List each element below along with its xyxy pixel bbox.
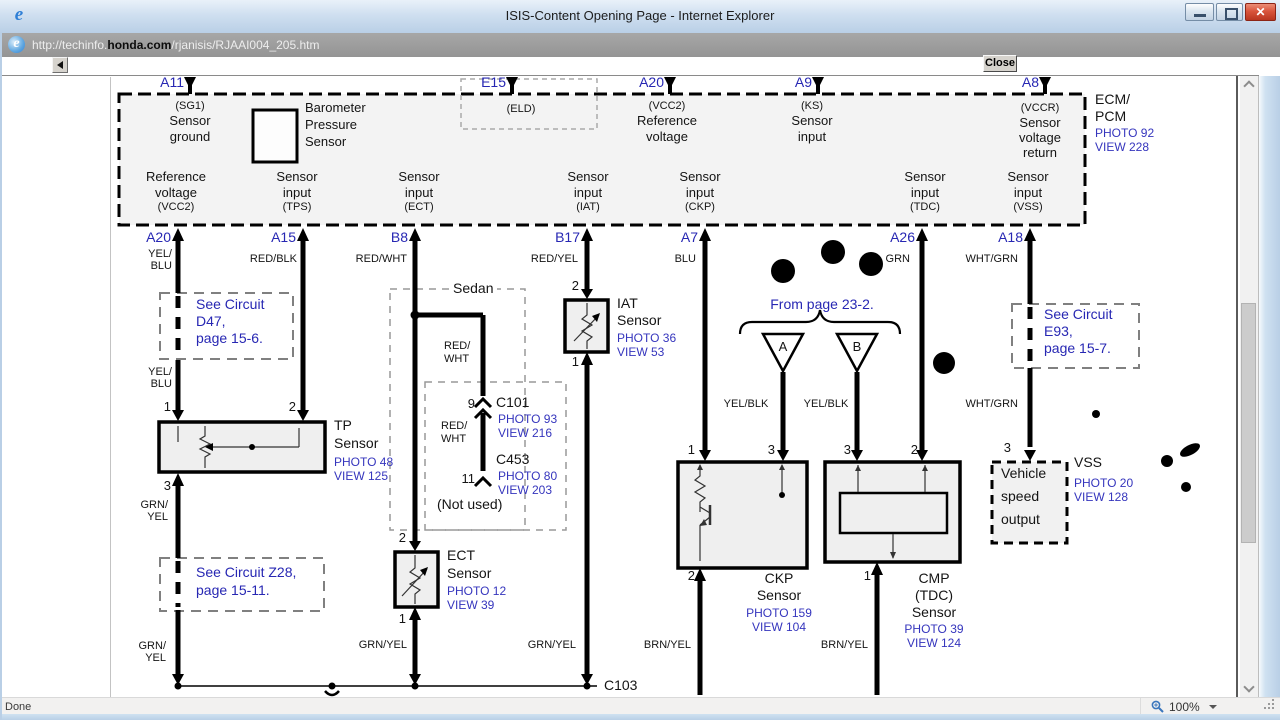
window-title: ISIS-Content Opening Page - Internet Exp… [505, 8, 775, 23]
zoom-control[interactable]: 100% [1140, 698, 1241, 715]
title-bar[interactable]: e ISIS-Content Opening Page - Internet E… [0, 0, 1280, 34]
chevron-down-icon [1243, 681, 1255, 693]
scroll-down-button[interactable] [1240, 680, 1258, 697]
url-domain: honda.com [107, 38, 172, 52]
back-button[interactable] [52, 57, 68, 73]
status-bar: Done 100% [0, 697, 1280, 715]
close-page-button[interactable]: Close [983, 55, 1017, 72]
browser-window: e ISIS-Content Opening Page - Internet E… [0, 0, 1280, 720]
url-prefix: http://techinfo. [32, 38, 108, 52]
address-bar[interactable]: e http://techinfo.honda.com/rjanisis/RJA… [0, 33, 1280, 58]
window-border-right [1259, 76, 1280, 714]
page-toolbar: Close [0, 55, 1280, 76]
content-left-border [110, 77, 111, 697]
url-path: /rjanisis/RJAAI004_205.htm [171, 38, 320, 52]
scroll-up-button[interactable] [1240, 76, 1258, 93]
close-icon: ✕ [1255, 5, 1266, 19]
status-text: Done [5, 701, 32, 713]
resize-grip-icon[interactable] [1264, 707, 1266, 709]
maximize-icon [1225, 8, 1238, 20]
window-close-button[interactable]: ✕ [1245, 3, 1276, 21]
window-border-bottom [0, 714, 1280, 720]
ie-page-icon: e [8, 36, 25, 53]
url-text[interactable]: http://techinfo.honda.com/rjanisis/RJAAI… [32, 38, 319, 52]
zoom-level: 100% [1169, 700, 1200, 714]
content-right-border [1236, 76, 1238, 697]
minimize-button[interactable] [1185, 3, 1214, 21]
window-border-left [0, 33, 2, 720]
minimize-icon [1194, 14, 1206, 17]
scrollbar-thumb[interactable] [1241, 303, 1256, 543]
maximize-button[interactable] [1216, 3, 1243, 21]
content-top-border [0, 75, 1259, 76]
chevron-up-icon [1243, 80, 1255, 92]
wiring-diagram-page [0, 76, 1280, 697]
caret-down-icon [1209, 705, 1217, 709]
vertical-scrollbar[interactable] [1240, 76, 1259, 697]
magnifier-icon [1151, 700, 1164, 713]
back-icon [57, 61, 63, 69]
